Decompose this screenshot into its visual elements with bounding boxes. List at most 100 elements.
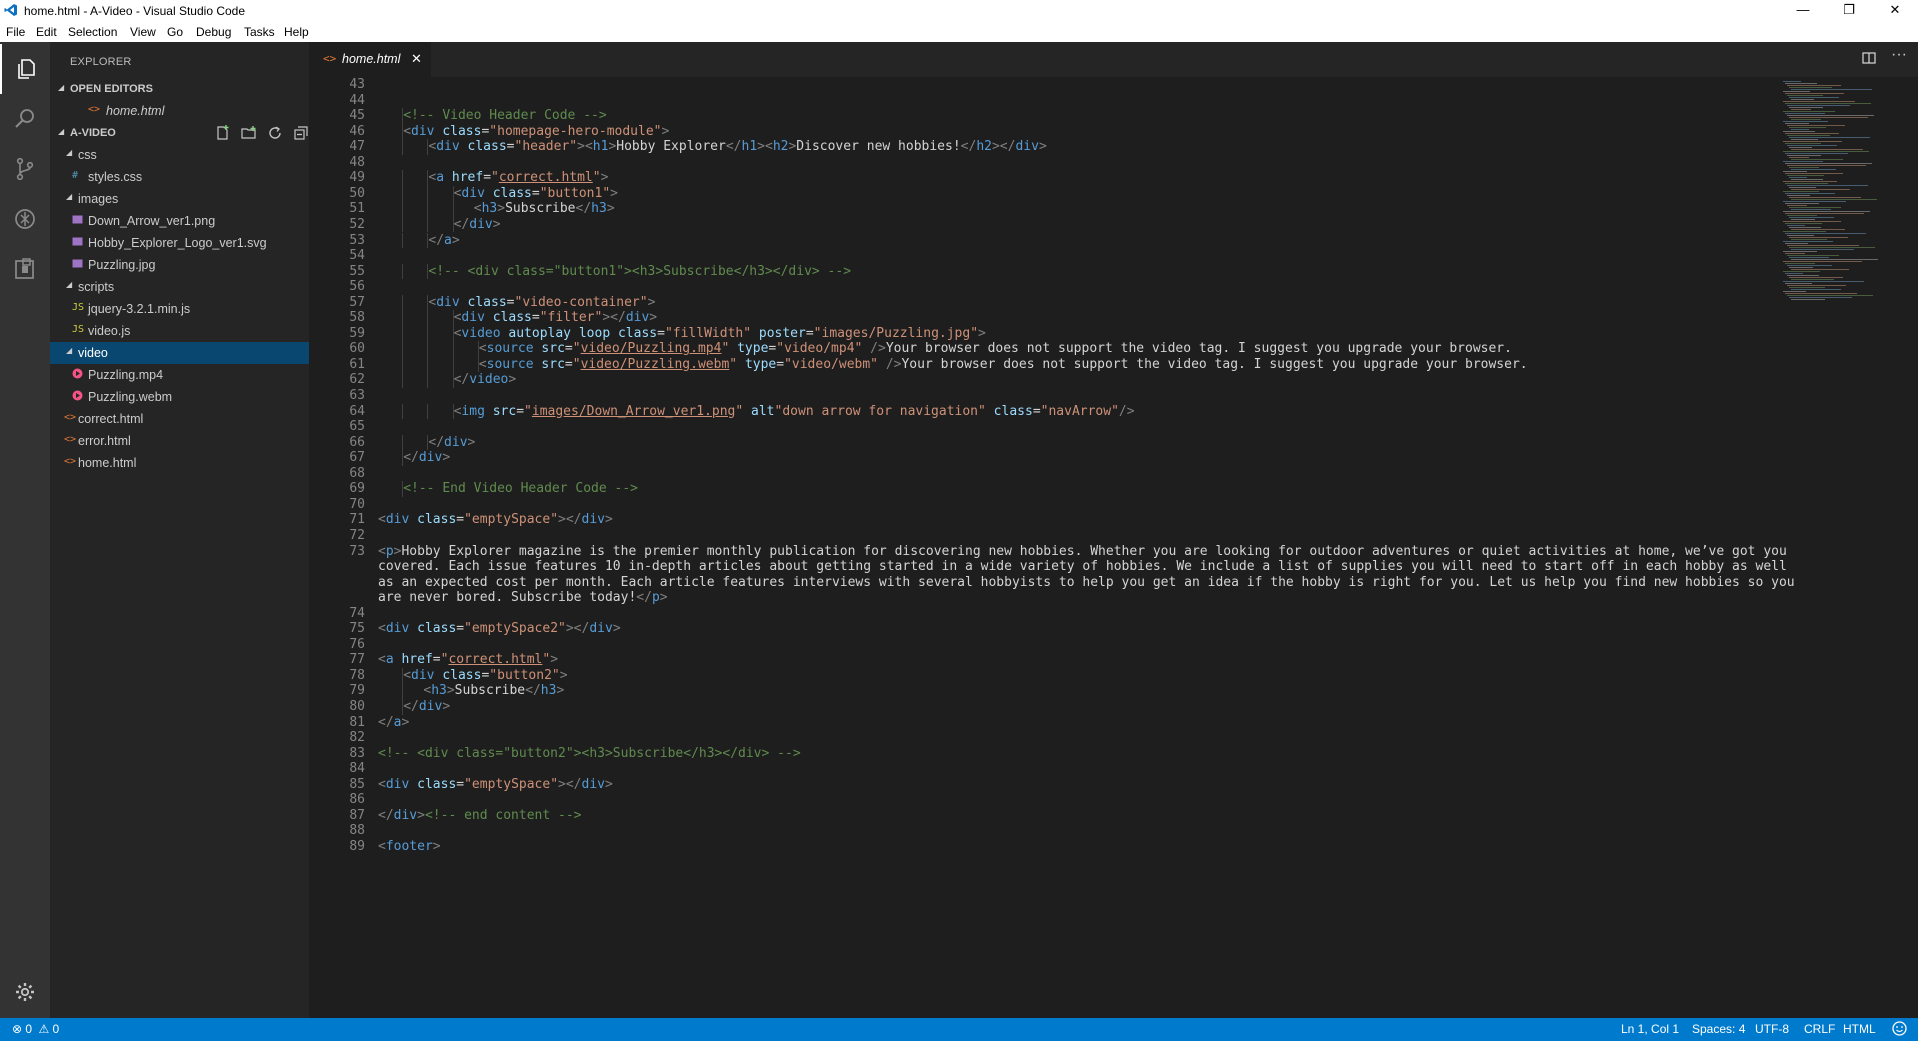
code-token: > (467, 434, 476, 450)
minimap-line (1787, 245, 1859, 246)
close-window-button[interactable]: ✕ (1872, 0, 1918, 22)
more-actions-icon[interactable]: ··· (1891, 46, 1907, 64)
split-editor-icon[interactable] (1862, 51, 1876, 68)
minimap-line (1787, 85, 1841, 86)
open-editor-item[interactable]: <> home.html (50, 100, 309, 122)
tab-home-html[interactable]: <> home.html ✕ (309, 42, 431, 77)
menu-view[interactable]: View (130, 25, 156, 39)
code-line[interactable]: <div class="emptySpace2"></div> (378, 619, 621, 638)
code-line[interactable]: </div> (454, 215, 501, 234)
code-line[interactable]: <source src="video/Puzzling.webm" type="… (479, 355, 1528, 374)
code-token: <!-- end content --> (424, 807, 582, 823)
tree-item[interactable]: ◢ video (50, 342, 309, 364)
tree-item[interactable]: Hobby_Explorer_Logo_ver1.svg (50, 232, 309, 254)
code-line[interactable]: <!-- <div class="button1"><h3>Subscribe<… (428, 262, 851, 281)
tree-item[interactable]: Puzzling.mp4 (50, 364, 309, 386)
code-token: < (378, 512, 386, 528)
line-ending[interactable]: CRLF (1804, 1022, 1835, 1036)
tree-item[interactable]: ◢ scripts (50, 276, 309, 298)
tree-item-label: styles.css (88, 170, 143, 184)
feedback-smiley-icon[interactable] (1892, 1021, 1907, 1039)
tree-item[interactable]: JS jquery-3.2.1.min.js (50, 298, 309, 320)
tree-item[interactable]: Puzzling.jpg (50, 254, 309, 276)
code-line[interactable]: <!-- End Video Header Code --> (403, 479, 638, 498)
tree-item-label: scripts (78, 280, 115, 294)
search-icon[interactable] (0, 94, 50, 144)
code-line[interactable]: <img src="images/Down_Arrow_ver1.png" al… (454, 402, 1135, 421)
explorer-icon[interactable] (0, 44, 50, 94)
code-line[interactable]: are never bored. Subscribe today!</p> (378, 588, 668, 607)
debug-icon[interactable] (0, 194, 50, 244)
project-header[interactable]: ◢ A-VIDEO (50, 122, 309, 144)
indent-guide (427, 372, 429, 388)
code-line[interactable]: </div> (403, 697, 450, 716)
open-editor-label: home.html (106, 104, 165, 118)
image-file-icon (72, 236, 83, 250)
language-mode[interactable]: HTML (1843, 1022, 1876, 1036)
indent-guide (427, 232, 429, 249)
code-line[interactable]: </a> (428, 231, 459, 250)
code-token: = (776, 356, 785, 372)
image-file-icon (72, 258, 83, 272)
code-token: div (393, 807, 418, 823)
minimap-line (1791, 89, 1872, 90)
explorer-sidebar: EXPLORER ◢ OPEN EDITORS <> home.html ◢ A… (50, 42, 309, 1018)
minimap-line (1785, 293, 1857, 294)
menu-help[interactable]: Help (284, 25, 309, 39)
indent-guide (402, 372, 404, 388)
code-line[interactable]: <div class="emptySpace"></div> (378, 775, 613, 794)
code-line[interactable]: </a> (378, 713, 409, 732)
code-line[interactable]: <div class="emptySpace"></div> (378, 510, 613, 529)
menu-edit[interactable]: Edit (36, 25, 57, 39)
tree-item[interactable]: Down_Arrow_ver1.png (50, 210, 309, 232)
code-token: img (461, 403, 485, 419)
source-control-icon[interactable] (0, 144, 50, 194)
refresh-icon[interactable] (267, 125, 283, 141)
tree-item[interactable]: # styles.css (50, 166, 309, 188)
indent-guide (452, 325, 454, 342)
settings-gear-icon[interactable] (0, 967, 50, 1017)
minimap[interactable] (1781, 77, 1918, 1018)
code-token: "navArrow" (1040, 403, 1119, 419)
menu-selection[interactable]: Selection (68, 25, 117, 39)
tree-item-label: video.js (88, 324, 131, 338)
tree-item-label: video (78, 346, 108, 360)
minimap-line (1785, 143, 1821, 144)
indentation[interactable]: Spaces: 4 (1692, 1022, 1745, 1036)
code-line[interactable]: <!-- <div class="button2"><h3>Subscribe<… (378, 744, 801, 763)
code-line[interactable]: </video> (454, 370, 517, 389)
code-line[interactable]: <div class="header"><h1>Hobby Explorer</… (428, 137, 1046, 156)
minimize-button[interactable]: — (1780, 0, 1826, 22)
indent-guide (427, 294, 429, 311)
tree-item[interactable]: Puzzling.webm (50, 386, 309, 408)
extensions-icon[interactable] (0, 244, 50, 294)
menu-file[interactable]: File (6, 25, 25, 39)
code-line[interactable]: <footer> (378, 837, 441, 856)
tree-item[interactable]: <> home.html (50, 452, 309, 474)
menu-go[interactable]: Go (167, 25, 183, 39)
problems-indicator[interactable]: ⊗ 0 ⚠ 0 (12, 1022, 59, 1036)
tree-item[interactable]: JS video.js (50, 320, 309, 342)
menu-debug[interactable]: Debug (196, 25, 231, 39)
indent-guide (402, 139, 404, 155)
code-line[interactable]: </div> (403, 448, 450, 467)
tree-item[interactable]: <> error.html (50, 430, 309, 452)
maximize-button[interactable]: ❐ (1826, 0, 1872, 22)
tab-close-button[interactable]: ✕ (411, 51, 422, 67)
menu-tasks[interactable]: Tasks (244, 25, 275, 39)
code-editor[interactable]: 43 44 45 46 47 48 49 50 51 52 53 54 55 56 57 58 59 60 61 62… (309, 77, 1918, 1018)
new-file-icon[interactable] (215, 125, 231, 141)
cursor-position[interactable]: Ln 1, Col 1 (1621, 1022, 1679, 1036)
code-line[interactable]: </div><!-- end content --> (378, 806, 582, 825)
tree-item[interactable]: ◢ images (50, 188, 309, 210)
indent-guide (402, 450, 404, 466)
new-folder-icon[interactable] (241, 125, 257, 141)
code-area[interactable]: <!-- Video Header Code --> <div class="ho… (378, 77, 1798, 1018)
code-token: h2 (976, 139, 992, 155)
tree-item[interactable]: <> correct.html (50, 408, 309, 430)
collapse-all-icon[interactable] (293, 125, 309, 141)
tree-item[interactable]: ◢ css (50, 144, 309, 166)
open-editors-header[interactable]: ◢ OPEN EDITORS (50, 78, 309, 100)
encoding[interactable]: UTF-8 (1755, 1022, 1789, 1036)
